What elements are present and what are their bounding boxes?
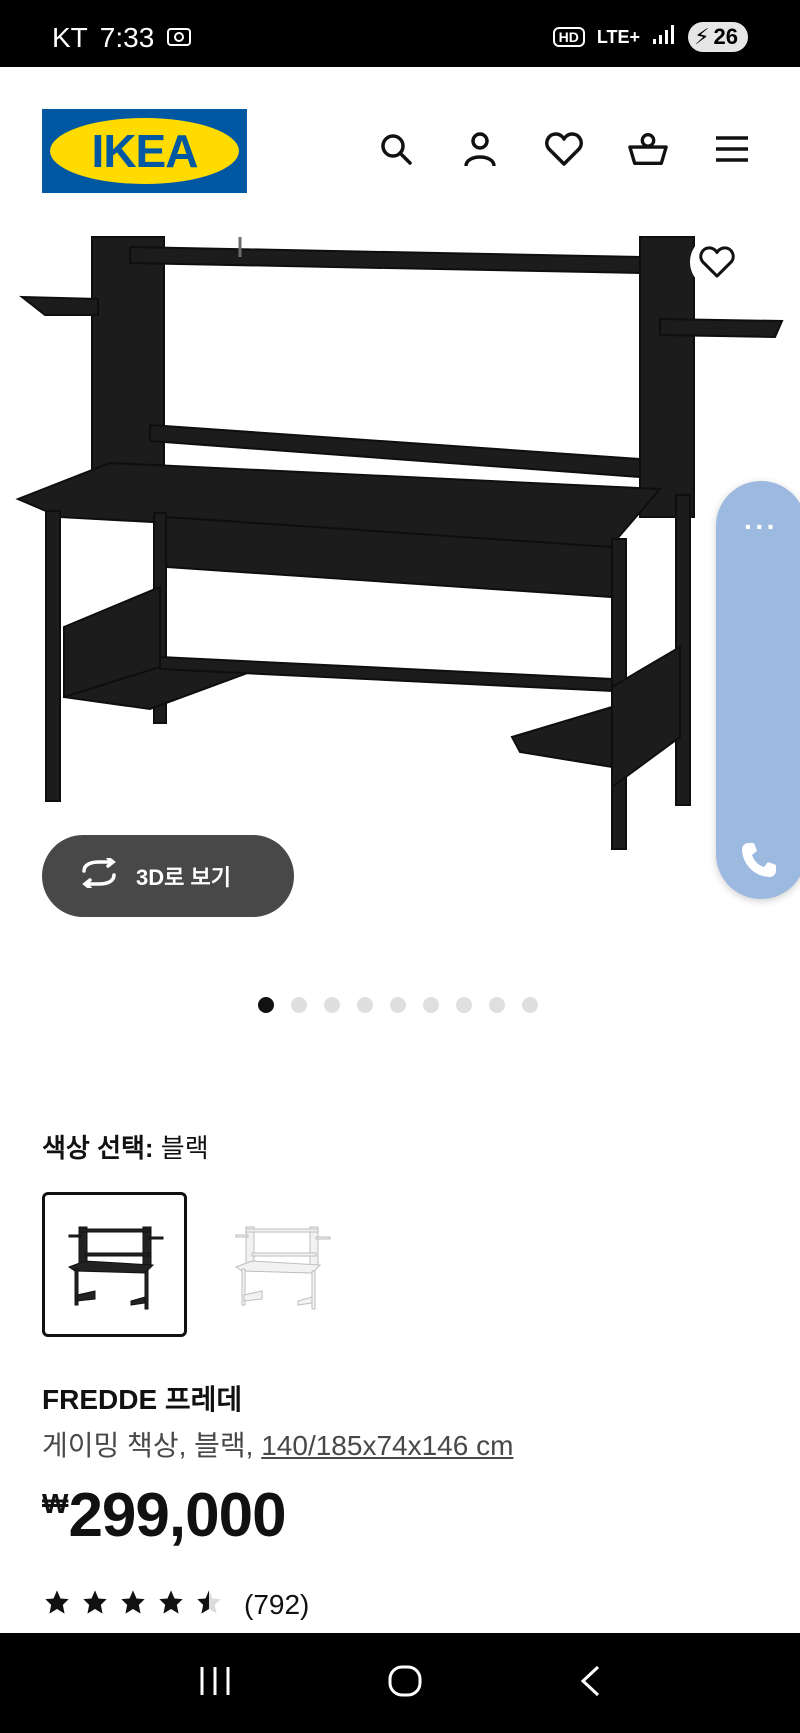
view-3d-button[interactable]: 3D로 보기 xyxy=(42,835,294,917)
network-label: LTE+ xyxy=(596,26,641,47)
carousel-dot[interactable] xyxy=(357,997,373,1013)
white-desk-thumbnail xyxy=(234,1226,330,1309)
basket-icon[interactable] xyxy=(628,129,668,169)
carousel-dot[interactable] xyxy=(522,997,538,1013)
carousel-dot[interactable] xyxy=(258,997,274,1013)
carousel-dot[interactable] xyxy=(390,997,406,1013)
review-count: (792) xyxy=(244,1588,310,1620)
carousel-dot[interactable] xyxy=(456,997,472,1013)
screenshot-icon xyxy=(166,22,192,54)
charging-icon: ⚡ xyxy=(694,24,710,49)
swatch-white[interactable] xyxy=(209,1192,354,1337)
price-currency: ₩ xyxy=(42,1488,69,1519)
heart-outline-icon xyxy=(699,246,735,278)
logo-text: IKEA xyxy=(91,125,199,177)
phone-icon[interactable] xyxy=(738,839,778,884)
swatch-black[interactable] xyxy=(42,1192,187,1337)
rotate-3d-icon xyxy=(78,856,120,894)
hero-favorite-button[interactable] xyxy=(690,235,744,289)
carousel-dot[interactable] xyxy=(489,997,505,1013)
star-icon xyxy=(156,1588,186,1621)
status-left: KT 7:33 xyxy=(52,22,192,54)
product-image-carousel[interactable]: 3D로 보기 ··· xyxy=(0,227,800,957)
product-dimensions-link[interactable]: 140/185x74x146 cm xyxy=(261,1430,513,1461)
carousel-dot[interactable] xyxy=(324,997,340,1013)
star-icon xyxy=(80,1588,110,1621)
menu-icon[interactable] xyxy=(712,129,752,169)
site-header: IKEA xyxy=(0,67,800,227)
floating-side-menu: ··· xyxy=(716,481,800,899)
view-3d-label: 3D로 보기 xyxy=(136,865,231,890)
status-right: HD LTE+ ⚡ 26 xyxy=(552,22,748,52)
color-selection-label: 색상 선택: 블랙 xyxy=(42,1128,209,1165)
carousel-pagination xyxy=(0,997,800,1013)
heart-icon[interactable] xyxy=(544,129,584,169)
half-star-icon xyxy=(194,1588,224,1621)
product-price: ₩ 299,000 xyxy=(42,1480,287,1551)
signal-icon xyxy=(652,23,676,51)
hd-badge: HD xyxy=(552,27,585,47)
product-description-text: 게이밍 책상, 블랙, xyxy=(42,1430,254,1461)
battery-indicator: ⚡ 26 xyxy=(688,22,748,52)
back-icon[interactable] xyxy=(578,1664,602,1703)
battery-level: 26 xyxy=(713,24,738,49)
product-description: 게이밍 책상, 블랙, 140/185x74x146 cm xyxy=(42,1424,513,1464)
home-icon[interactable] xyxy=(387,1664,423,1703)
status-bar: KT 7:33 HD LTE+ ⚡ 26 xyxy=(0,0,800,67)
carrier-label: KT xyxy=(52,22,88,53)
clock: 7:33 xyxy=(99,22,155,53)
ikea-logo[interactable]: IKEA xyxy=(42,109,247,193)
carousel-dot[interactable] xyxy=(291,997,307,1013)
price-amount: 299,000 xyxy=(68,1481,286,1550)
star-icon xyxy=(118,1588,148,1621)
color-label-title: 색상 선택: xyxy=(42,1133,154,1163)
recent-apps-icon[interactable] xyxy=(198,1665,232,1702)
search-icon[interactable] xyxy=(376,129,416,169)
logo-oval: IKEA xyxy=(50,118,239,184)
more-options-button[interactable]: ··· xyxy=(744,511,778,543)
color-swatches xyxy=(42,1192,354,1337)
black-desk-thumbnail xyxy=(67,1226,163,1309)
header-icons xyxy=(376,129,752,169)
star-icon xyxy=(42,1588,72,1621)
product-name: FREDDE 프레데 xyxy=(42,1384,243,1415)
color-selected-value: 블랙 xyxy=(160,1133,209,1163)
system-navigation-bar xyxy=(0,1633,800,1733)
carousel-dot[interactable] xyxy=(423,997,439,1013)
product-rating[interactable]: (792) xyxy=(42,1588,309,1621)
user-icon[interactable] xyxy=(460,129,500,169)
